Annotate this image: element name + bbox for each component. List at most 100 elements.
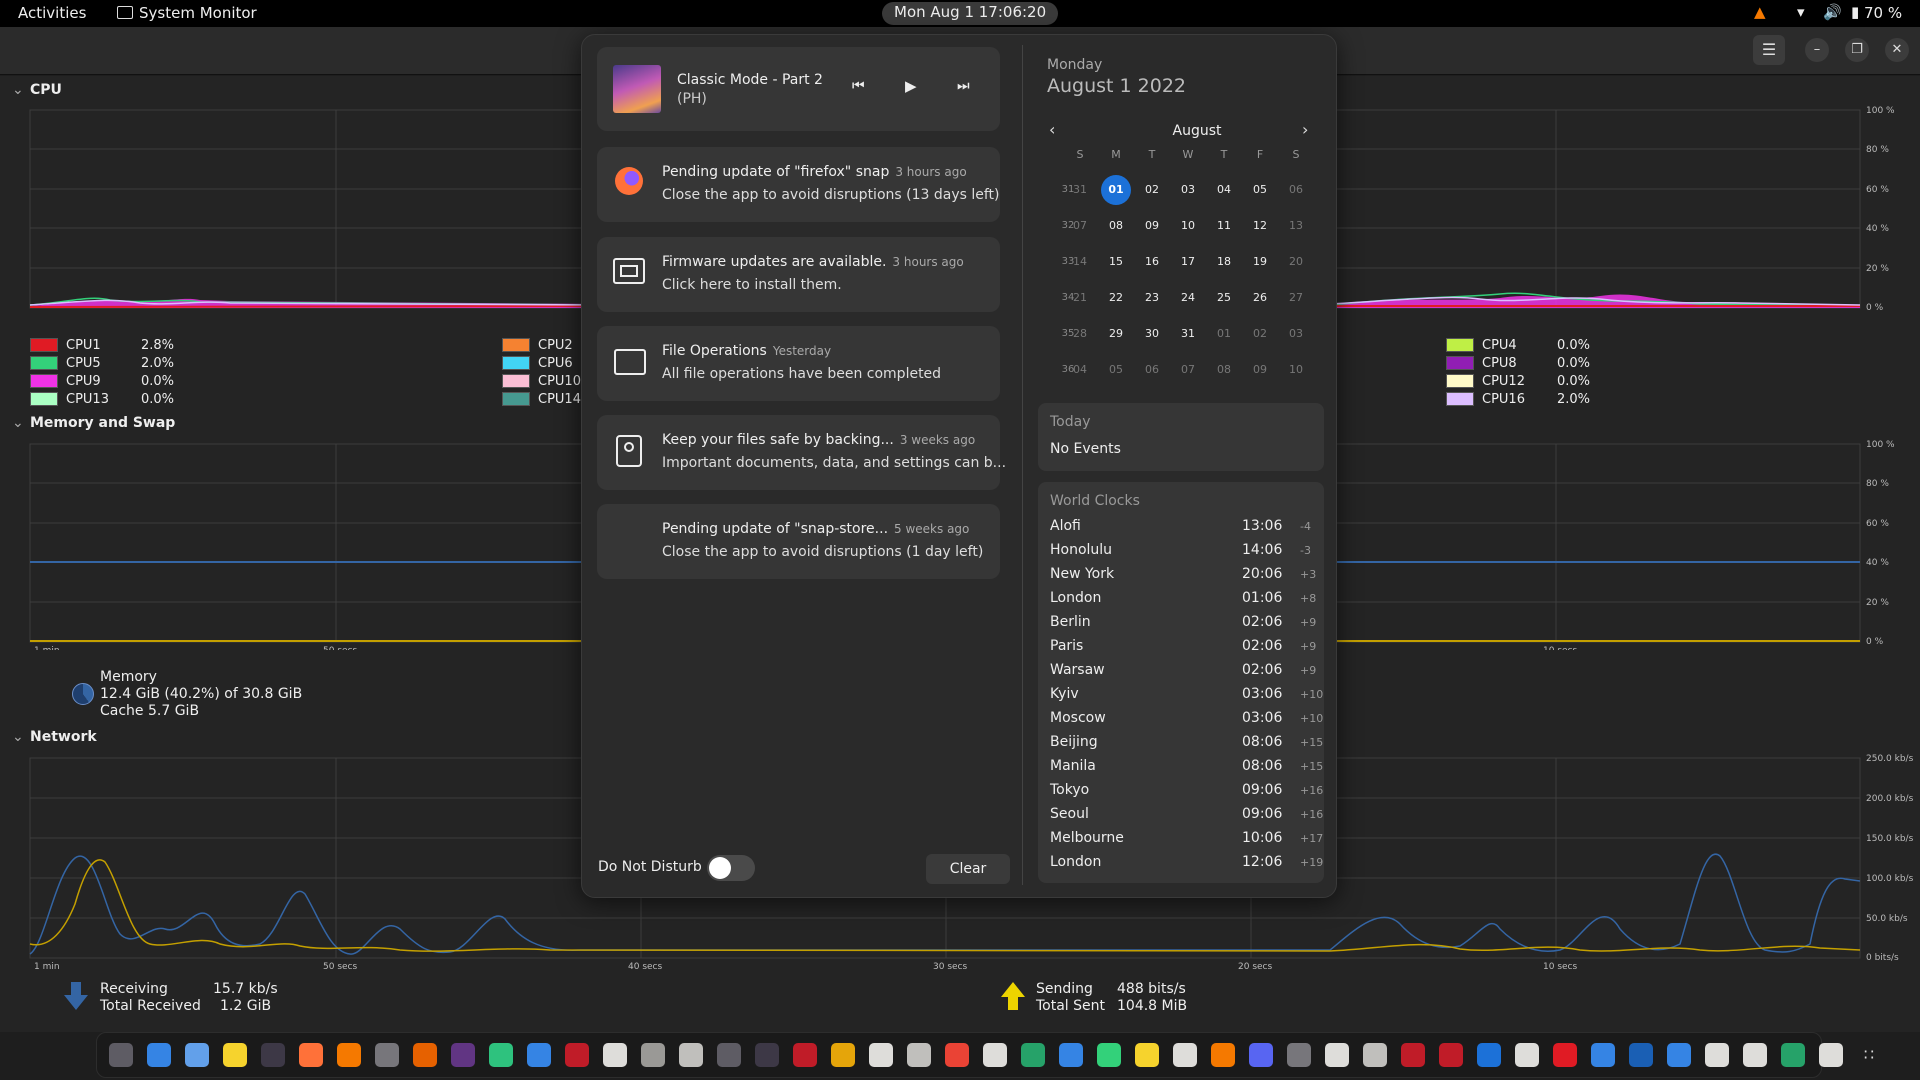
calendar-day[interactable]: 09 <box>1245 355 1275 385</box>
calendar-day[interactable]: 19 <box>1245 247 1275 277</box>
calendar-day[interactable]: 31 <box>1065 175 1095 205</box>
calendar-day[interactable]: 02 <box>1137 175 1167 205</box>
vlc-icon[interactable] <box>337 1043 361 1067</box>
chromium-icon[interactable] <box>375 1043 399 1067</box>
app-icon[interactable] <box>1591 1043 1615 1067</box>
calendar-day[interactable]: 17 <box>1173 247 1203 277</box>
calendar-day[interactable]: 09 <box>1137 211 1167 241</box>
calendar-day[interactable]: 31 <box>1173 319 1203 349</box>
folder-icon[interactable] <box>1135 1043 1159 1067</box>
calendar-day[interactable]: 30 <box>1137 319 1167 349</box>
app-icon[interactable] <box>1705 1043 1729 1067</box>
minimize-button[interactable]: – <box>1805 38 1829 62</box>
calendar-day[interactable]: 14 <box>1065 247 1095 277</box>
calendar-day[interactable]: 04 <box>1065 355 1095 385</box>
files-icon[interactable] <box>147 1043 171 1067</box>
calendar-day[interactable]: 23 <box>1137 283 1167 313</box>
battery-percent[interactable]: 70 % <box>1864 4 1902 22</box>
cpu-section-header[interactable]: ⌄ CPU <box>12 82 62 98</box>
notes-icon[interactable] <box>451 1043 475 1067</box>
app-icon[interactable] <box>1477 1043 1501 1067</box>
cpu-color-swatch[interactable] <box>502 356 530 370</box>
app-icon[interactable] <box>983 1043 1007 1067</box>
maximize-button[interactable]: ❐ <box>1845 38 1869 62</box>
app-icon[interactable] <box>793 1043 817 1067</box>
document-icon[interactable] <box>603 1043 627 1067</box>
chrome-icon[interactable] <box>945 1043 969 1067</box>
cpu-color-swatch[interactable] <box>30 338 58 352</box>
terminal-icon[interactable] <box>261 1043 285 1067</box>
calendar-day[interactable]: 18 <box>1209 247 1239 277</box>
memory-pie-icon[interactable] <box>72 683 94 705</box>
cpu-color-swatch[interactable] <box>30 374 58 388</box>
show-apps-icon[interactable]: ∷ <box>1857 1043 1881 1067</box>
calendar-day[interactable]: 29 <box>1101 319 1131 349</box>
calendar-day[interactable]: 05 <box>1245 175 1275 205</box>
cpu-color-swatch[interactable] <box>1446 338 1474 352</box>
software-icon[interactable] <box>413 1043 437 1067</box>
calendar-day[interactable]: 03 <box>1173 175 1203 205</box>
calendar-day[interactable]: 27 <box>1281 283 1311 313</box>
dnd-toggle[interactable] <box>707 855 755 881</box>
app-icon[interactable] <box>1287 1043 1311 1067</box>
app-icon[interactable] <box>1401 1043 1425 1067</box>
search-icon[interactable] <box>907 1043 931 1067</box>
calendar-day[interactable]: 07 <box>1065 211 1095 241</box>
cpu-color-swatch[interactable] <box>1446 356 1474 370</box>
app-icon[interactable] <box>1819 1043 1843 1067</box>
network-section-header[interactable]: ⌄ Network <box>12 729 97 745</box>
notification-backup[interactable]: Keep your files safe by backing... 3 week… <box>597 415 1006 490</box>
cpu-legend-item[interactable]: CPU16 2.0% <box>1446 390 1590 408</box>
calendar-day[interactable]: 25 <box>1209 283 1239 313</box>
app-icon[interactable] <box>1363 1043 1387 1067</box>
calendar-day[interactable]: 02 <box>1245 319 1275 349</box>
wifi-icon[interactable]: ▾ <box>1797 3 1805 21</box>
app-icon[interactable] <box>1173 1043 1197 1067</box>
calendar-day[interactable]: 07 <box>1173 355 1203 385</box>
calendar-day[interactable]: 08 <box>1209 355 1239 385</box>
clear-button[interactable]: Clear <box>926 854 1010 884</box>
sending-arrow-icon[interactable] <box>1001 982 1025 1010</box>
calendar-day[interactable]: 26 <box>1245 283 1275 313</box>
firefox-icon[interactable] <box>299 1043 323 1067</box>
cpu-color-swatch[interactable] <box>502 338 530 352</box>
calendar-day[interactable]: 03 <box>1281 319 1311 349</box>
calendar-day[interactable]: 15 <box>1101 247 1131 277</box>
calendar-day[interactable]: 10 <box>1173 211 1203 241</box>
calendar-day[interactable]: 05 <box>1101 355 1131 385</box>
calendar-day[interactable]: 06 <box>1281 175 1311 205</box>
app-icon[interactable] <box>1743 1043 1767 1067</box>
cpu-legend-item[interactable]: CPU13 0.0% <box>30 390 174 408</box>
calendar-day[interactable]: 21 <box>1065 283 1095 313</box>
spreadsheet-icon[interactable] <box>1097 1043 1121 1067</box>
app-icon[interactable] <box>1515 1043 1539 1067</box>
memory-section-header[interactable]: ⌄ Memory and Swap <box>12 415 175 431</box>
archive-icon[interactable] <box>223 1043 247 1067</box>
cpu-legend-item[interactable]: CPU9 0.0% <box>30 372 174 390</box>
calendar-day[interactable]: 11 <box>1209 211 1239 241</box>
box-icon[interactable] <box>679 1043 703 1067</box>
calendar-day[interactable]: 22 <box>1101 283 1131 313</box>
volume-icon[interactable]: 🔊 <box>1823 3 1842 21</box>
app-icon[interactable] <box>869 1043 893 1067</box>
screenshot-icon[interactable] <box>489 1043 513 1067</box>
app-menu[interactable]: System Monitor <box>117 4 257 22</box>
calendar-day-today[interactable]: 01 <box>1101 175 1131 205</box>
circle-icon[interactable] <box>717 1043 741 1067</box>
app-icon[interactable] <box>1021 1043 1045 1067</box>
system-monitor-icon[interactable] <box>109 1043 133 1067</box>
cpu-color-swatch[interactable] <box>30 356 58 370</box>
cpu-legend-item[interactable]: CPU4 0.0% <box>1446 336 1590 354</box>
app-icon[interactable] <box>1553 1043 1577 1067</box>
app-icon[interactable] <box>1781 1043 1805 1067</box>
menu-button[interactable]: ☰ <box>1753 35 1785 65</box>
calendar-day[interactable]: 12 <box>1245 211 1275 241</box>
calendar-day[interactable]: 10 <box>1281 355 1311 385</box>
app-icon[interactable] <box>755 1043 779 1067</box>
app-icon[interactable] <box>1629 1043 1653 1067</box>
notification-snap-store[interactable]: Pending update of "snap-store... 5 weeks … <box>597 504 1000 579</box>
clock-button[interactable]: Mon Aug 1 17:06:20 <box>882 2 1059 25</box>
cpu-color-swatch[interactable] <box>1446 392 1474 406</box>
calendar-day[interactable]: 16 <box>1137 247 1167 277</box>
app-icon[interactable] <box>1667 1043 1691 1067</box>
